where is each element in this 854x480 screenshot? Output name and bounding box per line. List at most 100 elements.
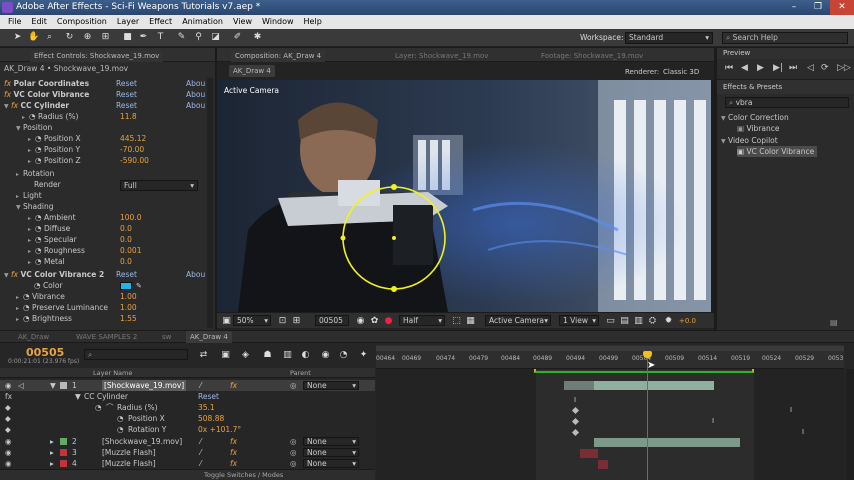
menu-file[interactable]: File — [3, 15, 26, 29]
label-color-swatch[interactable] — [60, 438, 67, 445]
layer-bar-selected[interactable] — [594, 381, 714, 390]
timeline-layer-row[interactable]: ◉ ▸ 4 [Muzzle Flash] ⁄ fx ◎ None ▾ — [0, 458, 375, 469]
graph-icon[interactable]: ⌒ — [106, 402, 114, 413]
stopwatch-icon[interactable]: ◔ — [29, 112, 36, 121]
timeline-layer-row[interactable]: ◉ ▸ 2 [Shockwave_19.mov] ⁄ fx ◎ None ▾ — [0, 436, 375, 447]
camera-view-select[interactable]: Active Camera ▾ — [485, 315, 551, 326]
parent-select[interactable]: None ▾ — [303, 459, 359, 468]
current-time-field[interactable]: 00505 — [315, 315, 349, 326]
prop-position-group[interactable]: ▼ Position — [16, 122, 52, 133]
audio-icon[interactable]: ◁ — [18, 380, 24, 391]
stopwatch-icon[interactable]: ◔ — [23, 303, 30, 312]
brainstorm-icon[interactable]: ✦ — [358, 350, 369, 361]
stopwatch-icon[interactable]: ◔ — [95, 402, 102, 413]
roto-brush-tool-icon[interactable]: ✐ — [232, 32, 243, 43]
prop-light-group[interactable]: ▸ Light — [16, 190, 42, 201]
prop-value[interactable]: 35.1 — [198, 402, 215, 413]
tree-video-copilot[interactable]: ▼ Video Copilot — [721, 135, 778, 146]
pen-tool-icon[interactable]: ✒ — [138, 32, 149, 43]
tab-timeline-sw[interactable]: sw — [158, 331, 175, 343]
reset-link[interactable]: Reset — [116, 78, 137, 89]
stopwatch-icon[interactable]: ◔ — [117, 413, 124, 424]
eyedropper-icon[interactable]: ✎ — [136, 282, 142, 290]
renderer-value[interactable]: Classic 3D — [663, 68, 699, 76]
motion-blur-icon[interactable]: ◐ — [300, 350, 311, 361]
work-area-bar[interactable] — [534, 369, 754, 373]
comp-flowchart-icon[interactable]: ⛭ — [647, 316, 658, 327]
layer-name[interactable]: [Muzzle Flash] — [102, 458, 156, 469]
layer-name[interactable]: [Shockwave_19.mov] — [102, 436, 182, 447]
timeline-layer-row[interactable]: ◉ ◁ ▼ 1 [Shockwave_19.mov] ⁄ fx ◎ None ▾ — [0, 380, 375, 391]
stopwatch-icon[interactable]: ◔ — [34, 281, 41, 290]
exposure-value[interactable]: +0.0 — [679, 317, 696, 325]
keyframe-nav-icon[interactable]: ◆ — [5, 413, 11, 424]
eye-icon[interactable]: ◉ — [5, 458, 12, 469]
prop-shading-group[interactable]: ▼ Shading — [16, 201, 53, 212]
transparency-grid-icon[interactable]: ▦ — [465, 316, 476, 327]
maximize-button[interactable]: ❐ — [806, 0, 830, 15]
timeline-icon[interactable]: ▥ — [633, 316, 644, 327]
brightness-value[interactable]: 1.55 — [120, 313, 137, 324]
pickwhip-icon[interactable]: ◎ — [290, 380, 297, 391]
menu-animation[interactable]: Animation — [177, 15, 228, 29]
about-link[interactable]: Abou — [186, 269, 205, 280]
keyframe-marker-icon[interactable]: I — [574, 396, 576, 404]
tab-timeline-ak-draw[interactable]: AK_Draw — [14, 331, 53, 343]
orbit-camera-tool-icon[interactable]: ⊕ — [82, 32, 93, 43]
expand-triangle-icon[interactable]: ▸ — [50, 436, 54, 447]
view-layout-select[interactable]: 1 View ▾ — [559, 315, 599, 326]
ram-preview-icon[interactable]: ▷▷ — [837, 63, 851, 73]
timeline-prop-row[interactable]: ◆ ◔ Rotation Y 0x +101.7° — [0, 424, 375, 435]
tab-effect-controls[interactable]: Effect Controls: Shockwave_19.mov — [30, 50, 164, 62]
stopwatch-icon[interactable]: ◔ — [35, 156, 42, 165]
toggle-pixel-aspect-icon[interactable]: ▭ — [605, 316, 616, 327]
loop-icon[interactable]: ⟳ — [821, 63, 829, 73]
keyframe-nav-icon[interactable]: ◆ — [5, 402, 11, 413]
tab-comp-ak-draw-4[interactable]: AK_Draw 4 — [229, 65, 275, 77]
region-of-interest-icon[interactable]: ⬚ — [451, 316, 462, 327]
keyframe-marker-icon[interactable]: I — [712, 417, 714, 425]
keyframe-marker-icon[interactable]: I — [790, 406, 792, 414]
stopwatch-icon[interactable]: ◔ — [35, 213, 42, 222]
stopwatch-icon[interactable]: ◔ — [23, 292, 30, 301]
first-frame-icon[interactable]: ⏮ — [725, 63, 733, 73]
stopwatch-icon[interactable]: ◔ — [35, 134, 42, 143]
workspace-select[interactable]: Standard ▾ — [625, 32, 713, 44]
timeline-search-field[interactable]: ⌕ — [84, 349, 188, 360]
fx-switch-icon[interactable]: fx — [230, 436, 237, 447]
eye-icon[interactable]: ◉ — [5, 447, 12, 458]
pickwhip-icon[interactable]: ◎ — [290, 458, 297, 469]
about-link[interactable]: Abou — [186, 89, 205, 100]
effect-vc-color-vibrance[interactable]: fx VC Color Vibrance — [4, 89, 89, 100]
previous-frame-icon[interactable]: ◀ — [741, 63, 748, 73]
metal-value[interactable]: 0.0 — [120, 256, 132, 267]
stopwatch-icon[interactable]: ◔ — [35, 224, 42, 233]
grid-icon[interactable]: ⊞ — [291, 316, 302, 327]
expand-triangle-icon[interactable]: ▼ — [4, 101, 11, 112]
reset-link[interactable]: Reset — [116, 269, 137, 280]
time-navigator[interactable] — [376, 346, 844, 351]
prop-value[interactable]: 508.88 — [198, 413, 224, 424]
eraser-tool-icon[interactable]: ◪ — [210, 32, 221, 43]
timeline-prop-row[interactable]: ◆ ◔ Position X 508.88 — [0, 413, 375, 424]
tree-vibrance[interactable]: ▣ Vibrance — [737, 123, 779, 134]
specular-value[interactable]: 0.0 — [120, 234, 132, 245]
preserve-luminance-value[interactable]: 1.00 — [120, 302, 137, 313]
menu-help[interactable]: Help — [299, 15, 327, 29]
live-update-icon[interactable]: ▣ — [220, 350, 231, 361]
eye-icon[interactable]: ◉ — [5, 380, 12, 391]
effects-search-field[interactable]: ⌕ vbra — [725, 97, 849, 108]
parent-select[interactable]: None ▾ — [303, 381, 359, 390]
pickwhip-icon[interactable]: ◎ — [290, 447, 297, 458]
timeline-scrollbar[interactable] — [846, 369, 854, 480]
fx-switch-icon[interactable]: fx — [230, 458, 237, 469]
stopwatch-icon[interactable]: ◔ — [23, 314, 30, 323]
clone-stamp-tool-icon[interactable]: ⚲ — [193, 32, 204, 43]
draft-3d-icon[interactable]: ◈ — [240, 350, 251, 361]
tab-timeline-wave-samples-2[interactable]: WAVE SAMPLES 2 — [72, 331, 141, 343]
reset-link[interactable]: Reset — [198, 391, 219, 402]
exposure-icon[interactable]: ✹ — [663, 316, 674, 327]
tree-vc-color-vibrance[interactable]: ▣ VC Color Vibrance — [737, 146, 817, 157]
layer-bar[interactable] — [598, 460, 608, 469]
show-snapshot-icon[interactable]: ✿ — [369, 316, 380, 327]
